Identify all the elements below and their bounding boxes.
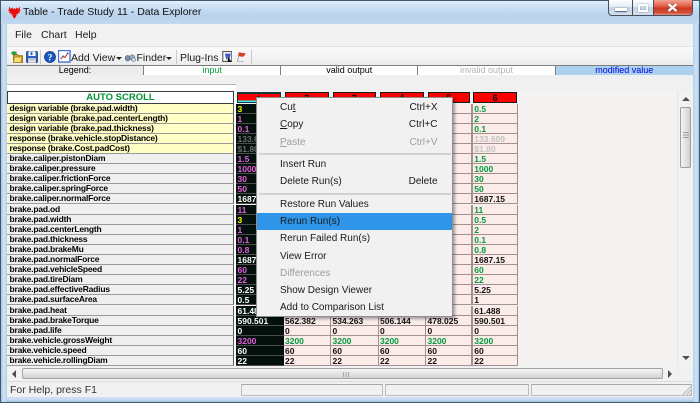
svg-text:?: ? (48, 53, 53, 63)
